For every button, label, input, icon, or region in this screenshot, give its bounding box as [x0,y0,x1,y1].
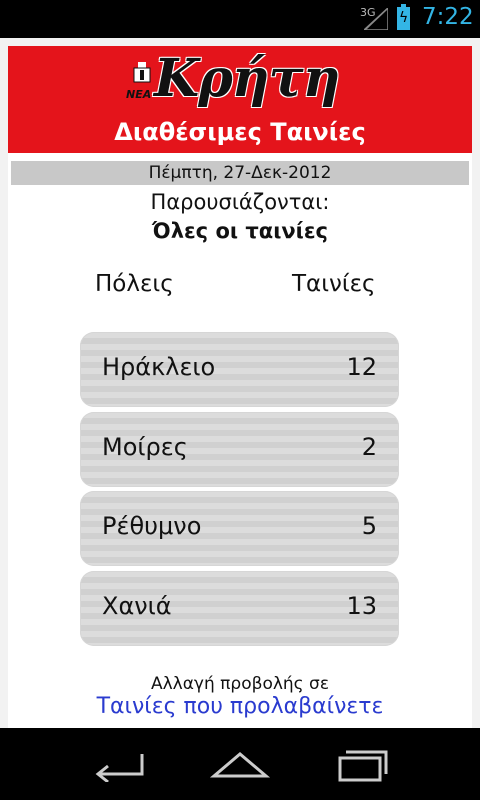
app-screen: ΝΕΑ Κρήτη Διαθέσιμες Ταινίες Πέμπτη, 27-… [0,38,480,728]
page-title: Διαθέσιμες Ταινίες [114,118,366,146]
switch-view-label: Αλλαγή προβολής σε [150,674,330,694]
column-header-movies: Ταινίες [292,271,376,297]
recent-apps-icon[interactable] [330,748,394,782]
home-icon[interactable] [208,748,272,782]
column-header-cities: Πόλεις [95,271,174,297]
battery-charging-icon: ϟ [397,4,410,30]
logo-word: Κρήτη [154,48,340,109]
movie-count: 12 [346,353,377,381]
status-bar: 3G ϟ 7:22 [0,0,480,38]
showing-value: Όλες οι ταινίες [152,219,328,243]
city-name: Ρέθυμνο [102,512,202,540]
header: ΝΕΑ Κρήτη Διαθέσιμες Ταινίες [8,46,472,153]
movie-count: 2 [361,433,377,461]
emblem-icon [133,62,151,83]
movie-count: 5 [361,512,377,540]
city-row-rethymno[interactable]: Ρέθυμνο 5 [80,491,399,566]
city-row-heraklion[interactable]: Ηράκλειο 12 [80,332,399,407]
switch-view-link[interactable]: Ταινίες που προλαβαίνετε [8,694,472,719]
movie-count: 13 [346,592,377,620]
logo-small-text: ΝΕΑ [126,88,152,101]
back-icon[interactable] [88,748,152,782]
city-name: Μοίρες [102,433,188,461]
brand-logo: ΝΕΑ Κρήτη [126,48,366,110]
city-row-chania[interactable]: Χανιά 13 [80,571,399,646]
content-card: ΝΕΑ Κρήτη Διαθέσιμες Ταινίες Πέμπτη, 27-… [8,46,472,728]
date-bar: Πέμπτη, 27-Δεκ-2012 [11,161,469,185]
city-name: Χανιά [102,592,172,620]
navigation-bar [0,728,480,800]
city-row-moires[interactable]: Μοίρες 2 [80,412,399,487]
signal-icon [364,8,388,30]
clock: 7:22 [422,4,474,30]
city-name: Ηράκλειο [102,353,216,381]
showing-label: Παρουσιάζονται: [150,190,330,214]
